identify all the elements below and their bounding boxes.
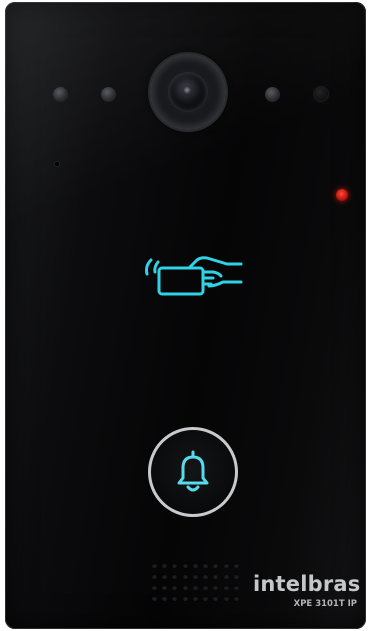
ir-led-left-outer bbox=[53, 87, 68, 102]
grille-hole bbox=[192, 574, 198, 579]
grille-hole bbox=[162, 596, 168, 601]
grille-hole bbox=[182, 563, 188, 568]
grille-hole bbox=[203, 563, 209, 568]
ir-led-left-inner bbox=[101, 87, 116, 102]
grille-hole bbox=[203, 585, 209, 590]
grille-hole bbox=[152, 585, 157, 590]
bell-icon bbox=[177, 450, 209, 492]
grille-hole bbox=[152, 563, 157, 568]
video-intercom-panel: intelbras XPE 3101T IP bbox=[5, 2, 366, 629]
brand-logo: intelbras bbox=[253, 572, 361, 596]
grille-hole bbox=[172, 596, 178, 601]
grille-hole bbox=[162, 574, 168, 579]
light-sensor bbox=[314, 87, 328, 101]
grille-hole bbox=[172, 574, 178, 579]
grille-hole bbox=[213, 563, 219, 568]
grille-hole bbox=[223, 563, 229, 568]
grille-hole bbox=[233, 563, 239, 568]
grille-hole bbox=[213, 596, 219, 601]
doorbell-button[interactable] bbox=[148, 427, 238, 517]
grille-hole bbox=[152, 596, 157, 601]
grille-hole bbox=[152, 574, 157, 579]
speaker-grille bbox=[152, 563, 242, 605]
grille-hole bbox=[192, 585, 198, 590]
grille-hole bbox=[233, 585, 239, 590]
grille-hole bbox=[192, 563, 198, 568]
ir-led-right-inner bbox=[265, 87, 280, 102]
grille-hole bbox=[172, 563, 178, 568]
grille-hole bbox=[213, 574, 219, 579]
grille-hole bbox=[172, 585, 178, 590]
model-label: XPE 3101T IP bbox=[293, 599, 357, 609]
grille-hole bbox=[182, 596, 188, 601]
status-led bbox=[336, 189, 348, 201]
grille-hole bbox=[203, 596, 209, 601]
grille-hole bbox=[223, 585, 229, 590]
grille-hole bbox=[162, 585, 168, 590]
grille-hole bbox=[213, 585, 219, 590]
microphone-hole bbox=[55, 162, 59, 166]
grille-hole bbox=[162, 563, 168, 568]
grille-hole bbox=[223, 574, 229, 579]
camera-lens-glint bbox=[183, 86, 191, 94]
grille-hole bbox=[223, 596, 229, 601]
grille-hole bbox=[182, 585, 188, 590]
grille-hole bbox=[192, 596, 198, 601]
rfid-card-hand-icon bbox=[145, 256, 243, 296]
grille-hole bbox=[203, 574, 209, 579]
grille-hole bbox=[233, 574, 239, 579]
grille-hole bbox=[233, 596, 239, 601]
grille-hole bbox=[182, 574, 188, 579]
